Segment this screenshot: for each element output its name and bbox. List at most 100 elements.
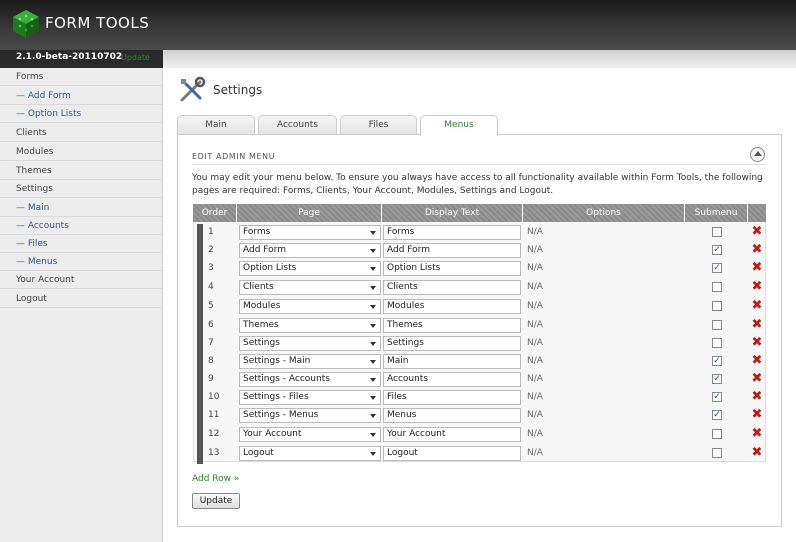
delete-icon[interactable]: ✖ [751,372,763,385]
drag-handle[interactable] [197,445,203,464]
menu-table: 1 Forms Forms N/A ✖ 2 Add Form Add Form N/A ✓ ✖ 3 Op… [193,222,767,464]
display-text-input[interactable]: Option Lists [383,261,521,276]
delete-icon[interactable]: ✖ [751,446,763,459]
page-select[interactable]: Settings - Files [239,390,381,405]
page-select[interactable]: Add Form [239,243,381,258]
display-text-input[interactable]: Forms [383,225,521,240]
drag-handle[interactable] [197,353,203,372]
submenu-checkbox[interactable]: ✓ [712,410,722,420]
delete-icon[interactable]: ✖ [751,280,763,293]
submenu-checkbox[interactable] [712,320,722,330]
display-text-input[interactable]: Menus [383,408,521,423]
update-button[interactable]: Update [192,493,240,509]
display-text-input[interactable]: Main [383,354,521,369]
sidebar-item-option-lists[interactable]: — Option Lists [0,105,163,123]
sidebar-item-your-account[interactable]: Your Account [0,271,163,289]
display-text-input[interactable]: Themes [383,318,521,333]
tab-main[interactable]: Main [177,115,255,135]
submenu-checkbox[interactable]: ✓ [712,392,722,402]
display-text-input[interactable]: Files [383,390,521,405]
sidebar-item-add-form[interactable]: — Add Form [0,87,163,105]
display-text-input[interactable]: Your Account [383,427,521,442]
sidebar-item-modules[interactable]: Modules [0,143,163,161]
page-select[interactable]: Settings [239,336,381,351]
version-label: 2.1.0-beta-20110702 [16,52,123,62]
page-select[interactable]: Your Account [239,427,381,442]
delete-icon[interactable]: ✖ [751,427,763,440]
drag-handle[interactable] [197,426,203,445]
display-text-input[interactable]: Logout [383,446,521,461]
options-value: N/A [527,282,543,292]
sidebar-item-settings[interactable]: Settings [0,180,163,198]
drag-handle[interactable] [197,279,203,298]
drag-handle[interactable] [197,260,203,279]
options-value: N/A [527,227,543,237]
delete-icon[interactable]: ✖ [751,261,763,274]
display-text-input[interactable]: Modules [383,299,521,314]
sidebar-item-themes[interactable]: Themes [0,162,163,180]
order-number: 3 [208,263,214,273]
page-select[interactable]: Logout [239,446,381,461]
sidebar-item-settings-menus[interactable]: — Menus [0,253,163,271]
table-row: 3 Option Lists Option Lists N/A ✓ ✖ [194,260,767,279]
display-text-input[interactable]: Settings [383,336,521,351]
delete-icon[interactable]: ✖ [751,354,763,367]
page-select[interactable]: Forms [239,225,381,240]
sidebar-item-settings-main[interactable]: — Main [0,199,163,217]
tab-accounts[interactable]: Accounts [258,115,337,135]
drag-handle[interactable] [197,317,203,336]
submenu-checkbox[interactable]: ✓ [712,356,722,366]
delete-icon[interactable]: ✖ [751,225,763,238]
page-title: Settings [213,83,263,97]
drag-handle[interactable] [197,335,203,354]
display-text-input[interactable]: Add Form [383,243,521,258]
page-select[interactable]: Option Lists [239,261,381,276]
drag-handle[interactable] [197,371,203,390]
add-row-link[interactable]: Add Row » [192,474,239,484]
submenu-checkbox[interactable] [712,429,722,439]
tab-menus[interactable]: Menus [420,115,498,136]
sidebar-item-forms[interactable]: Forms [0,68,163,86]
sidebar-item-clients[interactable]: Clients [0,124,163,142]
page-select[interactable]: Modules [239,299,381,314]
order-number: 7 [208,338,214,348]
display-text-input[interactable]: Accounts [383,372,521,387]
submenu-checkbox[interactable]: ✓ [712,374,722,384]
sidebar-item-logout[interactable]: Logout [0,290,163,308]
column-header-order: Order [193,204,237,222]
delete-icon[interactable]: ✖ [751,390,763,403]
delete-icon[interactable]: ✖ [751,408,763,421]
drag-handle[interactable] [197,389,203,408]
page-select[interactable]: Themes [239,318,381,333]
submenu-checkbox[interactable]: ✓ [712,263,722,273]
page-select[interactable]: Settings - Menus [239,408,381,423]
delete-icon[interactable]: ✖ [751,299,763,312]
drag-handle[interactable] [197,298,203,317]
submenu-checkbox[interactable] [712,338,722,348]
submenu-checkbox[interactable] [712,282,722,292]
tab-files[interactable]: Files [340,115,417,135]
delete-icon[interactable]: ✖ [751,318,763,331]
section-divider [192,164,766,165]
page-select[interactable]: Settings - Main [239,354,381,369]
display-text-input[interactable]: Clients [383,280,521,295]
order-number: 10 [208,392,220,402]
submenu-checkbox[interactable] [712,227,722,237]
table-row: 1 Forms Forms N/A ✖ [194,224,767,243]
drag-handle[interactable] [197,224,203,243]
collapse-up-icon[interactable] [750,147,765,162]
drag-handle[interactable] [197,242,203,261]
sidebar-item-settings-files[interactable]: — Files [0,235,163,253]
page-select[interactable]: Clients [239,280,381,295]
update-link[interactable]: Update [121,53,150,62]
sidebar-item-settings-accounts[interactable]: — Accounts [0,217,163,235]
submenu-checkbox[interactable] [712,448,722,458]
delete-icon[interactable]: ✖ [751,336,763,349]
delete-icon[interactable]: ✖ [751,243,763,256]
page-select[interactable]: Settings - Accounts [239,372,381,387]
submenu-checkbox[interactable]: ✓ [712,245,722,255]
submenu-checkbox[interactable] [712,301,722,311]
order-number: 2 [208,245,214,255]
drag-handle[interactable] [197,407,203,426]
options-value: N/A [527,301,543,311]
